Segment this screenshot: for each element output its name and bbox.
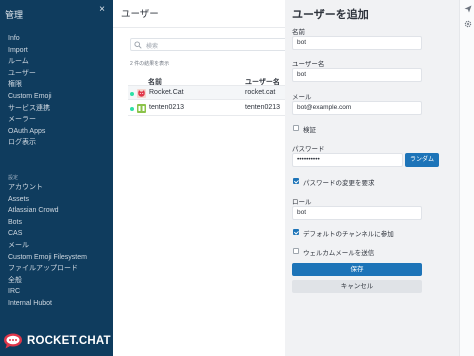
sidebar-item-import[interactable]: Import — [0, 45, 113, 57]
sidebar-admin-list: Info Import ルーム ユーザー 権限 Custom Emoji サービ… — [0, 33, 113, 149]
sidebar-item-atlassian-crowd[interactable]: Atlassian Crowd — [0, 205, 113, 217]
users-main: ユーザー 検索 2 件の結果を表示 名前 ユーザー名 Rocket.Cat ro… — [113, 0, 300, 356]
page-title: ユーザー — [113, 0, 285, 28]
role-label: ロール — [292, 199, 312, 206]
sidebar-item-users[interactable]: ユーザー — [0, 68, 113, 80]
username-field[interactable]: bot — [292, 68, 422, 82]
sidebar-item-info[interactable]: Info — [0, 33, 113, 45]
sidebar-item-irc[interactable]: IRC — [0, 286, 113, 298]
sidebar-section-settings: 設定 — [8, 175, 19, 181]
search-placeholder: 検索 — [146, 44, 159, 50]
sidebar-item-cas[interactable]: CAS — [0, 228, 113, 240]
sidebar-item-file-upload[interactable]: ファイルアップロード — [0, 263, 113, 275]
name-label: 名前 — [292, 29, 305, 36]
table-row[interactable]: tenten0213 tenten0213 — [128, 101, 300, 116]
join-default-channels-label: デフォルトのチャンネルに参加 — [303, 231, 394, 238]
user-username: rocket.cat — [245, 89, 276, 96]
avatar — [137, 104, 146, 113]
name-field[interactable]: bot — [292, 36, 422, 50]
sidebar-item-email[interactable]: メール — [0, 240, 113, 252]
send-welcome-email-checkbox[interactable] — [293, 248, 299, 254]
sidebar-item-integrations[interactable]: サービス連携 — [0, 103, 113, 115]
sidebar-header: 管理 × — [0, 0, 113, 22]
search-input[interactable]: 検索 — [130, 38, 290, 51]
sidebar-item-accounts[interactable]: アカウント — [0, 182, 113, 194]
require-password-change-checkbox[interactable] — [293, 178, 299, 184]
add-user-panel: ユーザーを追加 名前 bot ユーザー名 bot メール bot@example… — [285, 0, 459, 356]
sidebar-item-oauth-apps[interactable]: OAuth Apps — [0, 126, 113, 138]
status-online-icon — [130, 92, 134, 96]
right-rail — [459, 0, 474, 356]
logo-text: ROCKET.CHAT — [27, 335, 111, 347]
sidebar-item-assets[interactable]: Assets — [0, 194, 113, 206]
user-name: tenten0213 — [149, 104, 185, 111]
verified-checkbox[interactable] — [293, 125, 299, 131]
panel-title: ユーザーを追加 — [292, 9, 369, 21]
admin-sidebar: 管理 × Info Import ルーム ユーザー 権限 Custom Emoj… — [0, 0, 113, 356]
random-password-button[interactable]: ランダム — [405, 153, 439, 167]
send-welcome-email-label: ウェルカムメールを送信 — [303, 250, 375, 257]
password-label: パスワード — [292, 146, 325, 153]
search-icon — [134, 41, 142, 49]
sidebar-item-mailer[interactable]: メーラー — [0, 114, 113, 126]
send-icon[interactable] — [464, 5, 472, 13]
sidebar-settings-list: アカウント Assets Atlassian Crowd Bots CAS メー… — [0, 182, 113, 310]
table-row[interactable]: Rocket.Cat rocket.cat — [128, 85, 300, 100]
save-button[interactable]: 保存 — [292, 263, 422, 276]
rocket-chat-logo: ROCKET.CHAT — [3, 330, 113, 352]
verified-label: 検証 — [303, 127, 316, 134]
email-label: メール — [292, 94, 312, 101]
sidebar-item-internal-hubot[interactable]: Internal Hubot — [0, 298, 113, 310]
role-field[interactable]: bot — [292, 206, 422, 220]
user-name: Rocket.Cat — [149, 89, 184, 96]
close-icon[interactable]: × — [99, 4, 105, 15]
settings-icon[interactable] — [464, 20, 472, 28]
sidebar-item-rooms[interactable]: ルーム — [0, 56, 113, 68]
sidebar-item-custom-emoji-filesystem[interactable]: Custom Emoji Filesystem — [0, 252, 113, 264]
sidebar-title: 管理 — [5, 10, 24, 20]
sidebar-item-permissions[interactable]: 権限 — [0, 79, 113, 91]
require-password-change-label: パスワードの変更を要求 — [303, 180, 375, 187]
username-label: ユーザー名 — [292, 61, 325, 68]
user-username: tenten0213 — [245, 104, 281, 111]
cancel-button[interactable]: キャンセル — [292, 280, 422, 293]
result-count: 2 件の結果を表示 — [130, 61, 170, 67]
sidebar-item-general[interactable]: 全般 — [0, 275, 113, 287]
email-field[interactable]: bot@example.com — [292, 101, 422, 115]
avatar — [137, 89, 146, 98]
join-default-channels-checkbox[interactable] — [293, 229, 299, 235]
sidebar-item-bots[interactable]: Bots — [0, 217, 113, 229]
rocket-chat-logo-icon — [4, 333, 22, 349]
password-field[interactable]: •••••••••• — [292, 153, 403, 167]
sidebar-item-view-logs[interactable]: ログ表示 — [0, 137, 113, 149]
status-online-icon — [130, 107, 134, 111]
sidebar-item-custom-emoji[interactable]: Custom Emoji — [0, 91, 113, 103]
